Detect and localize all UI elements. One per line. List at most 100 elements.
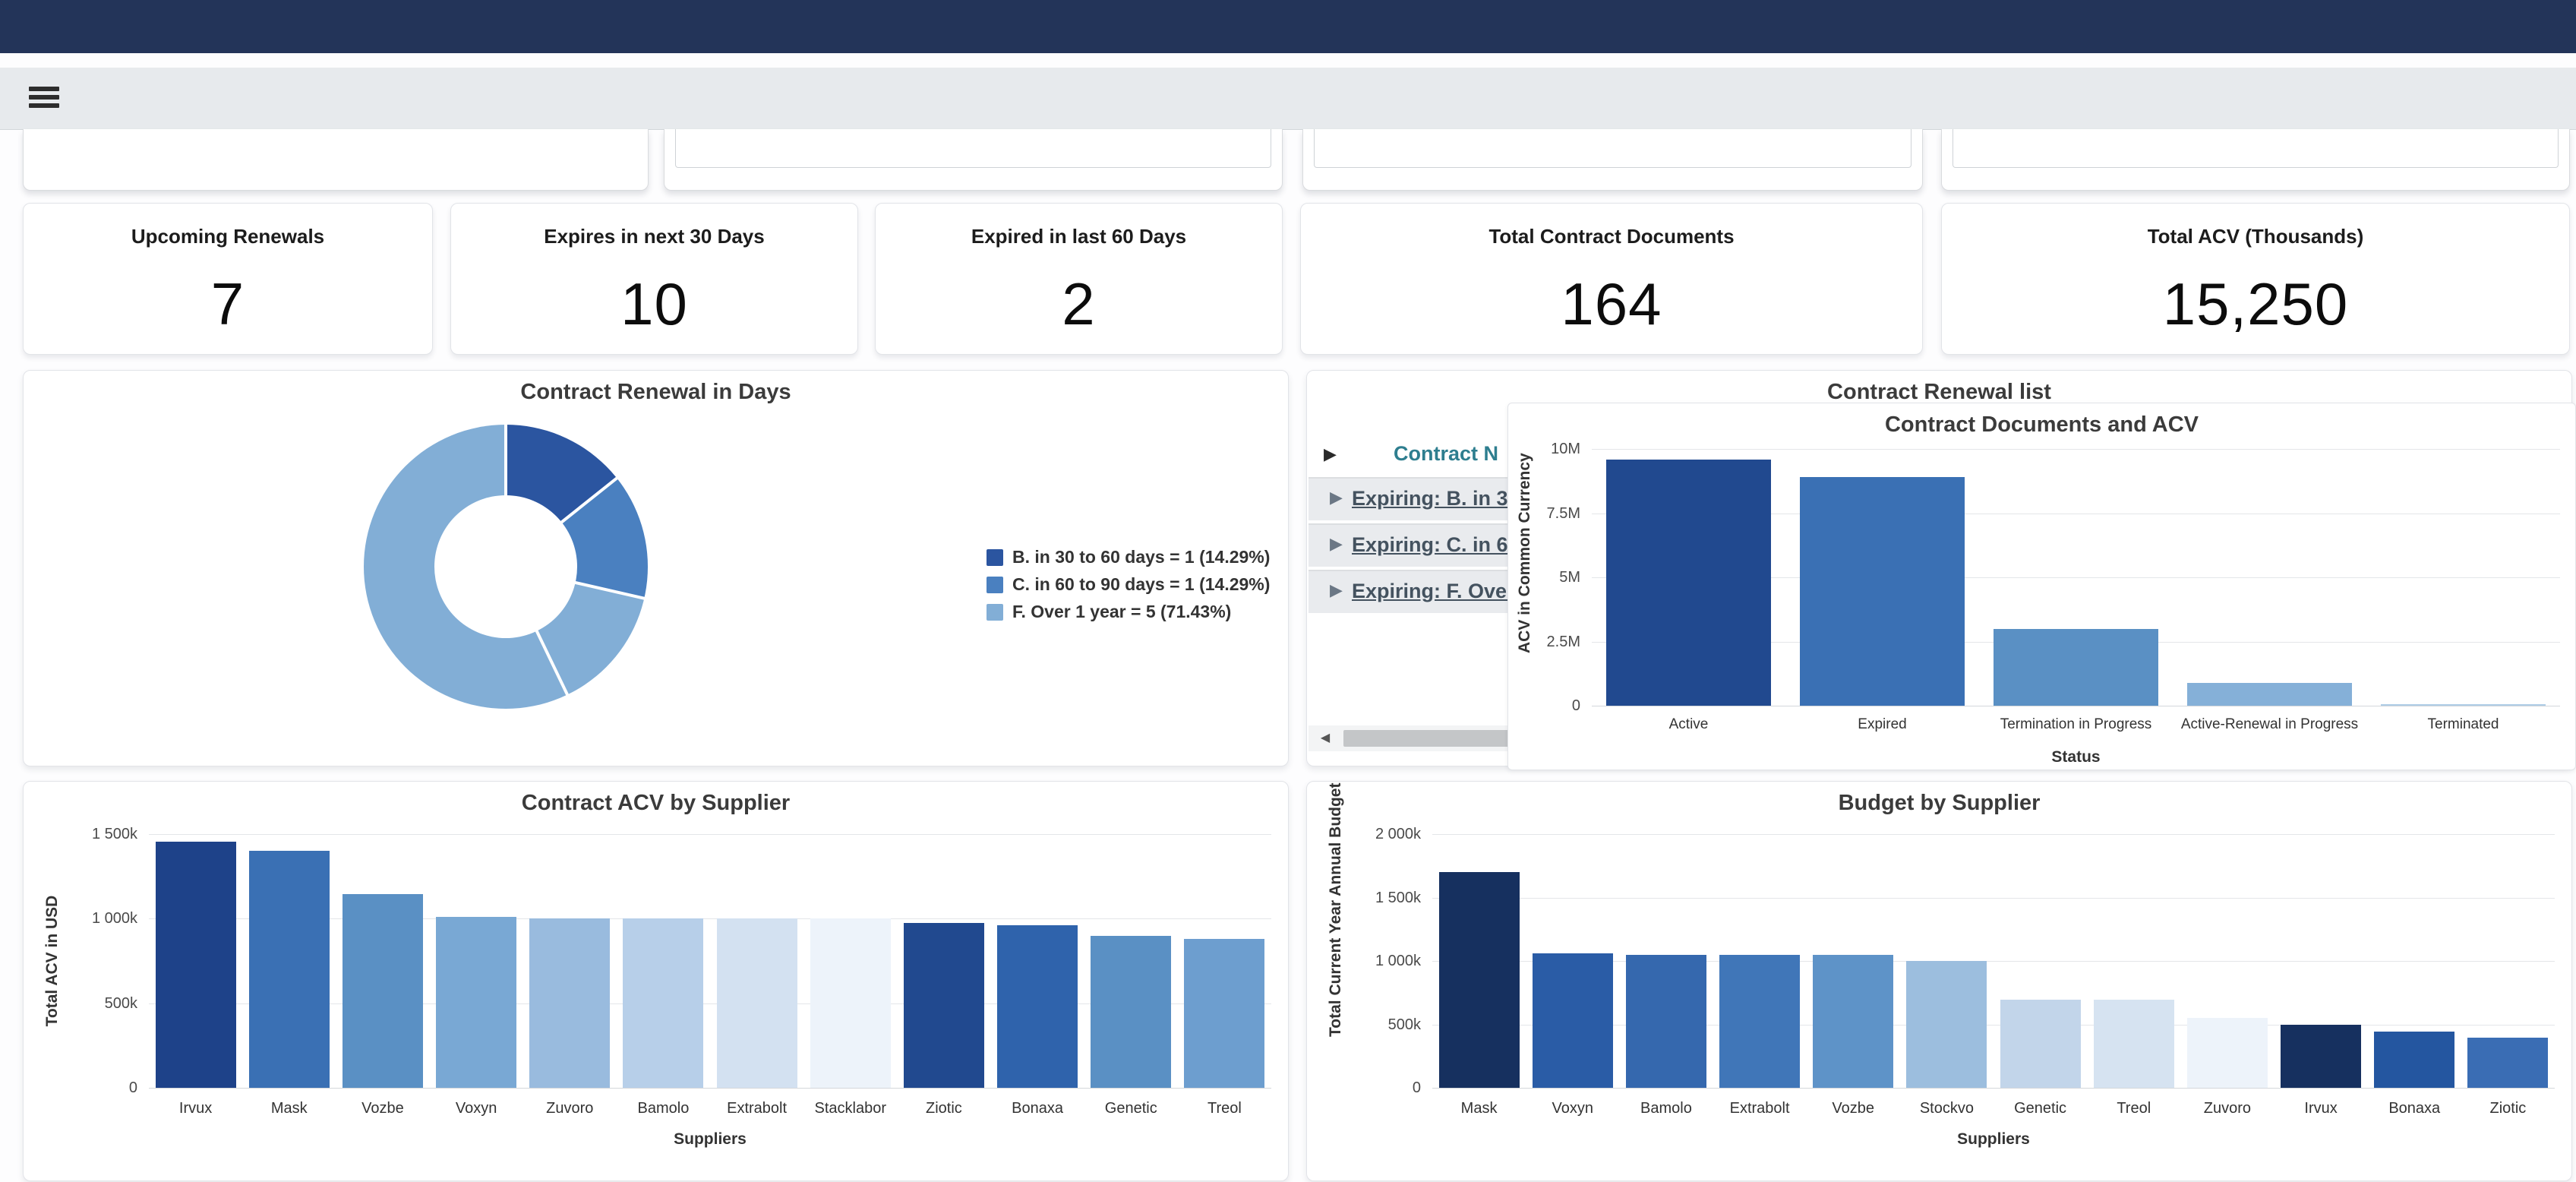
expand-triangle-icon[interactable]: ▶ <box>1330 534 1343 554</box>
y-axis-tick-label: 0 <box>54 1079 137 1097</box>
contract-renewal-in-days-panel: Contract Renewal in Days B. in 30 to 60 … <box>23 370 1289 766</box>
y-axis-tick-label: 1 000k <box>54 910 137 928</box>
bar-voxyn[interactable] <box>1533 953 1613 1088</box>
budget-by-supplier-panel: Budget by Supplier 0500k1 000k1 500k2 00… <box>1306 781 2572 1181</box>
bar-ziotic[interactable] <box>904 923 984 1088</box>
bar-active[interactable] <box>1606 460 1771 706</box>
gridline <box>1592 449 2560 450</box>
expand-triangle-icon[interactable]: ▶ <box>1330 488 1343 507</box>
contract-acv-by-supplier-panel: Contract ACV by Supplier 0 500k 1 000k 1 50… <box>23 781 1289 1181</box>
x-axis-category-label: Extrabolt <box>710 1100 803 1117</box>
list-title: Contract Renewal list <box>1307 380 2571 405</box>
bar-bonaxa[interactable] <box>997 925 1078 1088</box>
bar-voxyn[interactable] <box>436 917 516 1088</box>
kpi-card-expired-60-days: Expired in last 60 Days 2 <box>875 203 1283 355</box>
bar-extrabolt[interactable] <box>717 918 797 1088</box>
kpi-label: Upcoming Renewals <box>24 225 432 248</box>
bar-irvux[interactable] <box>156 842 236 1088</box>
bar-termination-in-progress[interactable] <box>1994 629 2158 706</box>
donut-slice-divider <box>504 424 507 567</box>
bar-bonaxa[interactable] <box>2374 1032 2454 1088</box>
x-axis-category-label: Active-Renewal in Progress <box>2173 716 2366 733</box>
x-axis-category-label: Ziotic <box>2461 1100 2555 1117</box>
x-axis-category-label: Treol <box>1178 1100 1271 1117</box>
filter-input-box[interactable] <box>1953 129 2559 168</box>
bar-vozbe[interactable] <box>1813 955 1893 1088</box>
x-axis-category-label: Treol <box>2087 1100 2180 1117</box>
x-axis-category-label: Genetic <box>1994 1100 2087 1117</box>
x-axis-category-label: Voxyn <box>1526 1100 1619 1117</box>
filter-input-box[interactable] <box>675 129 1271 168</box>
renewal-group-link[interactable]: Expiring: C. in 60 <box>1352 533 1520 557</box>
x-axis-category-label: Mask <box>242 1100 336 1117</box>
y-axis-tick-label: 500k <box>1337 1016 1421 1034</box>
bar-genetic[interactable] <box>2000 1000 2081 1088</box>
expand-triangle-icon[interactable]: ▶ <box>1324 444 1337 464</box>
x-axis-category-label: Irvux <box>149 1100 242 1117</box>
bar-zuvoro[interactable] <box>2187 1018 2268 1088</box>
kpi-card-total-acv: Total ACV (Thousands) 15,250 <box>1941 203 2570 355</box>
y-axis-tick-label: 0 <box>1337 1079 1421 1097</box>
legend-item: B. in 30 to 60 days = 1 (14.29%) <box>987 547 1270 567</box>
partial-card-2 <box>664 129 1283 191</box>
x-axis-category-label: Bonaxa <box>2368 1100 2461 1117</box>
x-axis-category-label: Termination in Progress <box>1979 716 2173 733</box>
bar-mask[interactable] <box>1439 872 1520 1088</box>
gridline <box>149 834 1271 835</box>
chart-title: Contract ACV by Supplier <box>24 791 1288 816</box>
bar-stockvo[interactable] <box>1906 961 1987 1088</box>
bar-stacklabor[interactable] <box>810 918 891 1088</box>
toolbar <box>0 68 2576 130</box>
bar-genetic[interactable] <box>1091 936 1171 1088</box>
x-axis-category-label: Ziotic <box>897 1100 990 1117</box>
bar-bamolo[interactable] <box>623 918 703 1088</box>
partial-card-1 <box>23 129 649 191</box>
legend-label: B. in 30 to 60 days = 1 (14.29%) <box>1012 547 1270 567</box>
kpi-label: Expired in last 60 Days <box>876 225 1282 248</box>
kpi-value: 7 <box>24 270 432 339</box>
chart-title: Budget by Supplier <box>1307 791 2571 816</box>
y-axis-title: Total ACV in USD <box>43 885 62 1037</box>
filter-input-box[interactable] <box>1314 129 1911 168</box>
bar-treol[interactable] <box>2094 1000 2174 1088</box>
y-axis-tick-label: 1 500k <box>54 826 137 843</box>
renewal-group-link[interactable]: Expiring: F. Over <box>1352 580 1515 603</box>
gridline <box>149 1088 1271 1089</box>
scroll-left-arrow-icon[interactable]: ◀ <box>1313 729 1337 747</box>
bar-ziotic[interactable] <box>2467 1038 2548 1088</box>
chart-title: Contract Renewal in Days <box>24 380 1288 405</box>
x-axis-category-label: Stockvo <box>1900 1100 1994 1117</box>
dashboard-canvas: Upcoming Renewals 7 Expires in next 30 D… <box>0 0 2576 1182</box>
legend-swatch <box>987 577 1003 593</box>
bar-expired[interactable] <box>1800 477 1965 706</box>
bar-terminated[interactable] <box>2381 704 2546 706</box>
y-axis-title: Total Current Year Annual Budget <box>1327 885 1345 1037</box>
bar-irvux[interactable] <box>2281 1025 2361 1089</box>
legend-swatch <box>987 549 1003 566</box>
column-header-contract-name[interactable]: Contract N <box>1394 442 1498 466</box>
renewal-group-link[interactable]: Expiring: B. in 30 <box>1352 487 1520 510</box>
x-axis-category-label: Zuvoro <box>2180 1100 2274 1117</box>
y-axis-tick-label: 5M <box>1497 569 1580 586</box>
donut-slice-divider <box>506 565 646 600</box>
bar-active-renewal-in-progress[interactable] <box>2187 683 2352 706</box>
bar-extrabolt[interactable] <box>1719 955 1800 1088</box>
bar-zuvoro[interactable] <box>529 918 610 1088</box>
expand-triangle-icon[interactable]: ▶ <box>1330 580 1343 600</box>
y-axis-title: ACV in Common Currency <box>1516 501 1534 653</box>
renewal-days-donut[interactable] <box>364 425 648 709</box>
y-axis-tick-label: 500k <box>54 995 137 1013</box>
x-axis-category-label: Irvux <box>2275 1100 2368 1117</box>
hamburger-menu-icon[interactable] <box>29 87 59 109</box>
bar-treol[interactable] <box>1184 939 1264 1088</box>
bar-vozbe[interactable] <box>343 894 423 1088</box>
app-header-bar <box>0 0 2576 53</box>
bar-bamolo[interactable] <box>1626 955 1706 1088</box>
kpi-value: 164 <box>1301 270 1922 339</box>
y-axis-tick-label: 0 <box>1497 697 1580 715</box>
bar-mask[interactable] <box>249 851 330 1088</box>
chart-title: Contract Documents and ACV <box>1508 412 2575 438</box>
x-axis-category-label: Terminated <box>2366 716 2560 733</box>
x-axis-category-label: Genetic <box>1084 1100 1178 1117</box>
x-axis-category-label: Vozbe <box>336 1100 429 1117</box>
